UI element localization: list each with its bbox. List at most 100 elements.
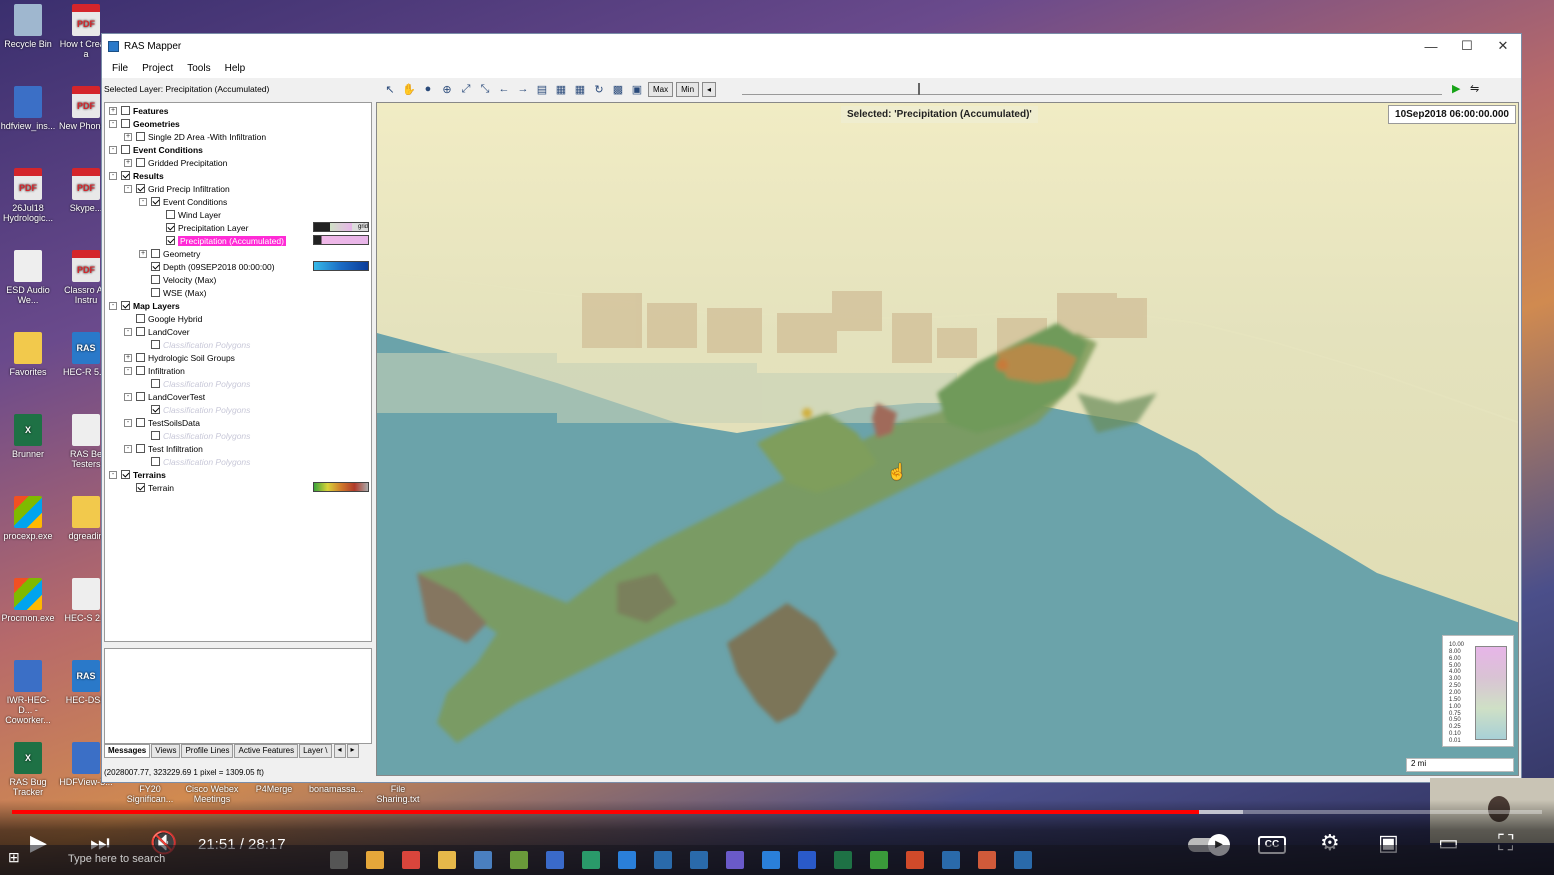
expand-icon[interactable]: + [139, 249, 147, 258]
tab-scroll-left[interactable]: ◂ [333, 744, 346, 758]
task-view-icon[interactable] [330, 851, 348, 869]
collapse-icon[interactable]: - [109, 171, 117, 180]
app-icon-5[interactable] [582, 851, 600, 869]
tree-item[interactable]: - LandCoverTest [124, 390, 205, 403]
min-button[interactable]: Min [676, 81, 700, 97]
expand-icon[interactable]: + [124, 353, 132, 362]
layer-checkbox[interactable] [121, 470, 130, 479]
tree-item[interactable]: Classification Polygons [139, 377, 250, 390]
desktop-icon[interactable]: procexp.exe [0, 496, 56, 541]
layer-checkbox[interactable] [151, 457, 160, 466]
layer-checkbox[interactable] [136, 444, 145, 453]
collapse-icon[interactable]: - [109, 301, 117, 310]
map-view[interactable]: Selected: 'Precipitation (Accumulated)' … [376, 102, 1519, 776]
desktop-icon[interactable]: X Brunner [0, 414, 56, 459]
tree-item[interactable]: + Gridded Precipitation [124, 156, 227, 169]
progress-bar[interactable] [12, 810, 1542, 814]
tree-item[interactable]: Velocity (Max) [139, 273, 216, 286]
zoom-in-icon[interactable]: ⊕ [439, 81, 455, 97]
desktop-icon[interactable]: Favorites [0, 332, 56, 377]
teams-icon[interactable] [726, 851, 744, 869]
layer-checkbox[interactable] [121, 301, 130, 310]
file-explorer-icon[interactable] [366, 851, 384, 869]
save-icon[interactable]: ▣ [629, 81, 645, 97]
tree-item[interactable]: Terrain [124, 481, 174, 494]
outlook-icon[interactable] [762, 851, 780, 869]
layer-checkbox[interactable] [136, 392, 145, 401]
title-bar[interactable]: RAS Mapper — ☐ ✕ [102, 34, 1521, 58]
forward-arrow-icon[interactable]: → [515, 81, 531, 97]
menu-file[interactable]: File [106, 63, 134, 74]
animation-options-icon[interactable]: ⇋ [1470, 82, 1479, 95]
layer-checkbox[interactable] [166, 210, 175, 219]
ras-icon-1[interactable] [654, 851, 672, 869]
expand-icon[interactable]: + [109, 106, 117, 115]
tab-messages[interactable]: Messages [104, 744, 151, 758]
globe-icon[interactable]: ● [420, 81, 436, 97]
collapse-icon[interactable]: - [124, 418, 132, 427]
tree-item[interactable]: Classification Polygons [139, 455, 250, 468]
tab-profile-lines[interactable]: Profile Lines [181, 744, 234, 758]
layer-checkbox[interactable] [151, 275, 160, 284]
refresh-icon[interactable]: ↻ [591, 81, 607, 97]
menu-tools[interactable]: Tools [181, 63, 216, 74]
tab-views[interactable]: Views [151, 744, 181, 758]
tree-item[interactable]: + Single 2D Area -With Infiltration [124, 130, 266, 143]
desktop-icon[interactable]: Procmon.exe [0, 578, 56, 623]
layer-checkbox[interactable] [166, 223, 175, 232]
tab-scroll-right[interactable]: ▸ [346, 744, 359, 758]
tree-item[interactable]: - Map Layers [109, 299, 180, 312]
tree-item[interactable]: Classification Polygons [139, 403, 250, 416]
excel-icon[interactable] [834, 851, 852, 869]
tree-item[interactable]: - Event Conditions [109, 143, 203, 156]
desktop-icon[interactable]: X RAS Bug Tracker [0, 742, 56, 797]
layer-checkbox[interactable] [136, 132, 145, 141]
play-animation-icon[interactable]: ▶ [1452, 82, 1460, 95]
desktop-icon-label[interactable]: P4Merge [244, 784, 304, 794]
tree-item[interactable]: + Hydrologic Soil Groups [124, 351, 235, 364]
pan-hand-icon[interactable]: ✋ [401, 81, 417, 97]
app-icon-2[interactable] [474, 851, 492, 869]
powerpoint-icon[interactable] [906, 851, 924, 869]
tree-item[interactable]: - Results [109, 169, 164, 182]
app-icon-1[interactable] [438, 851, 456, 869]
ras-icon-3[interactable] [942, 851, 960, 869]
tree-item[interactable]: + Geometry [139, 247, 200, 260]
collapse-icon[interactable]: - [124, 184, 132, 193]
ras-icon-4[interactable] [1014, 851, 1032, 869]
time-slider[interactable] [742, 83, 1442, 95]
max-button[interactable]: Max [648, 81, 674, 97]
desktop-icon-label[interactable]: Cisco Webex Meetings [182, 784, 242, 804]
tree-item[interactable]: - TestSoilsData [124, 416, 200, 429]
layers-icon[interactable]: ▩ [610, 81, 626, 97]
layer-checkbox[interactable] [136, 418, 145, 427]
word-icon[interactable] [798, 851, 816, 869]
tree-item[interactable]: Classification Polygons [139, 429, 250, 442]
desktop-icon[interactable]: Recycle Bin [0, 4, 56, 49]
layer-checkbox[interactable] [151, 379, 160, 388]
layer-checkbox[interactable] [151, 249, 160, 258]
tree-item[interactable]: - Event Conditions [139, 195, 227, 208]
expand-icon[interactable]: + [124, 132, 132, 141]
tree-item[interactable]: Wind Layer [154, 208, 221, 221]
ras-icon-2[interactable] [690, 851, 708, 869]
layer-checkbox[interactable] [136, 483, 145, 492]
layer-checkbox[interactable] [136, 327, 145, 336]
desktop-icon-label[interactable]: bonamassa... [306, 784, 366, 794]
desktop-icon[interactable]: hdfview_ins... [0, 86, 56, 131]
app-icon-3[interactable] [510, 851, 528, 869]
tree-item[interactable]: Depth (09SEP2018 00:00:00) [139, 260, 275, 273]
step-back-button[interactable]: ◂ [702, 81, 717, 97]
tree-item[interactable]: Classification Polygons [139, 338, 250, 351]
tab-layer[interactable]: Layer \ [299, 744, 332, 758]
layer-checkbox[interactable] [121, 145, 130, 154]
tree-item[interactable]: Precipitation Layer [154, 221, 248, 234]
desktop-icon-label[interactable]: File Sharing.txt [368, 784, 428, 804]
ie-icon[interactable] [618, 851, 636, 869]
collapse-icon[interactable]: - [109, 470, 117, 479]
chrome-icon[interactable] [402, 851, 420, 869]
collapse-icon[interactable]: - [109, 145, 117, 154]
tree-item[interactable]: - Grid Precip Infiltration [124, 182, 230, 195]
app-icon-4[interactable] [546, 851, 564, 869]
collapse-icon[interactable]: - [109, 119, 117, 128]
